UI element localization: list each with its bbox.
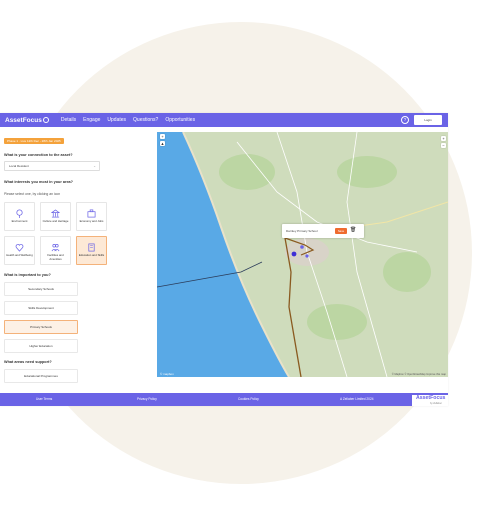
map-attribution[interactable]: © Mapbox © OpenStreetMap Improve this ma… bbox=[392, 373, 446, 376]
people-icon bbox=[51, 243, 60, 252]
tile-culture[interactable]: Culture and Heritage bbox=[40, 202, 71, 231]
footer-link-privacy[interactable]: Privacy Policy bbox=[137, 393, 157, 406]
museum-icon bbox=[51, 209, 60, 218]
logo-ring-icon bbox=[42, 116, 49, 123]
heart-icon bbox=[15, 244, 24, 252]
help-icon[interactable]: ? bbox=[401, 116, 409, 124]
trash-icon[interactable]: 🗑 bbox=[350, 227, 356, 234]
footer-link-user-terms[interactable]: User Terms bbox=[36, 393, 52, 406]
tile-education[interactable]: Education and Skills bbox=[76, 236, 107, 265]
footer-copyright: A Zellaber Limited 2024 bbox=[340, 397, 374, 401]
nav-menu: Details Engage Updates Questions? Opport… bbox=[61, 117, 195, 123]
nav-item-opportunities[interactable]: Opportunities bbox=[165, 117, 195, 123]
login-button[interactable]: Login bbox=[414, 115, 442, 125]
phase-tag: Phase 1 · Live 12th Dec - 28th Jan 2025 bbox=[4, 138, 64, 144]
nav-item-questions[interactable]: Questions? bbox=[133, 117, 158, 123]
question-support: What areas need support? bbox=[4, 360, 52, 364]
tree-icon bbox=[16, 209, 23, 218]
zoom-in-button[interactable]: + bbox=[441, 136, 446, 141]
tile-label: Culture and Heritage bbox=[42, 219, 69, 223]
survey-panel: Phase 1 · Live 12th Dec - 28th Jan 2025 … bbox=[4, 129, 122, 393]
option-higher-education[interactable]: Higher Education bbox=[4, 339, 78, 353]
question-important: What is important to you? bbox=[4, 273, 51, 277]
map-marker[interactable] bbox=[291, 251, 297, 257]
interest-tiles: Environment Culture and Heritage Economy… bbox=[4, 202, 122, 265]
popup-location-name: Darnley Primary School bbox=[286, 229, 318, 233]
footer-bar: User Terms Privacy Policy Cookies Policy… bbox=[0, 393, 448, 406]
save-button[interactable]: Save bbox=[335, 228, 347, 234]
footer-logo: AssetFocus by Zellaber bbox=[412, 395, 448, 406]
tile-facilities[interactable]: Facilities and Amenities bbox=[40, 236, 71, 265]
connection-select-value: Local Resident bbox=[9, 164, 29, 168]
tile-economy[interactable]: Economy and Jobs bbox=[76, 202, 107, 231]
question-connection: What is your connection to the asset? bbox=[4, 153, 73, 157]
app-window: AssetFocus Details Engage Updates Questi… bbox=[0, 113, 448, 406]
connection-select[interactable]: Local Resident ⌄ bbox=[4, 161, 100, 171]
option-educational-programmes[interactable]: Educational Programmes bbox=[4, 369, 78, 383]
tile-health[interactable]: Health and Wellbeing bbox=[4, 236, 35, 265]
nav-item-engage[interactable]: Engage bbox=[83, 117, 100, 123]
compass-icon[interactable]: ▲ bbox=[160, 141, 165, 146]
option-skills-development[interactable]: Skills Development bbox=[4, 301, 78, 315]
map-view[interactable]: + ▲ + − Darnley Primary School Save 🗑 © … bbox=[157, 132, 448, 377]
footer-link-cookies[interactable]: Cookies Policy bbox=[238, 393, 259, 406]
nav-item-details[interactable]: Details bbox=[61, 117, 76, 123]
tile-environment[interactable]: Environment bbox=[4, 202, 35, 231]
zoom-out-button[interactable]: − bbox=[441, 143, 446, 148]
interests-hint: Please select one, by clicking an icon bbox=[4, 192, 61, 196]
tile-label: Health and Wellbeing bbox=[6, 253, 33, 257]
option-primary-schools[interactable]: Primary Schools bbox=[4, 320, 78, 334]
map-canvas bbox=[157, 132, 448, 377]
map-zoom-in-left-button[interactable]: + bbox=[160, 134, 165, 139]
tile-label: Environment bbox=[11, 219, 28, 223]
briefcase-icon bbox=[87, 209, 96, 218]
app-logo[interactable]: AssetFocus bbox=[5, 117, 49, 124]
nav-item-updates[interactable]: Updates bbox=[107, 117, 126, 123]
importance-options: Secondary Schools Skills Development Pri… bbox=[4, 282, 122, 353]
option-secondary-schools[interactable]: Secondary Schools bbox=[4, 282, 78, 296]
tile-label: Facilities and Amenities bbox=[47, 253, 64, 261]
tile-label: Education and Skills bbox=[78, 253, 105, 257]
book-icon bbox=[88, 243, 95, 252]
tile-label: Economy and Jobs bbox=[79, 219, 104, 223]
mapbox-logo: © mapbox bbox=[160, 372, 174, 376]
top-navbar: AssetFocus Details Engage Updates Questi… bbox=[0, 113, 448, 127]
chevron-down-icon: ⌄ bbox=[93, 164, 96, 168]
location-popup: Darnley Primary School Save 🗑 bbox=[282, 224, 364, 238]
question-interests: What interests you most in your area? bbox=[4, 180, 73, 184]
